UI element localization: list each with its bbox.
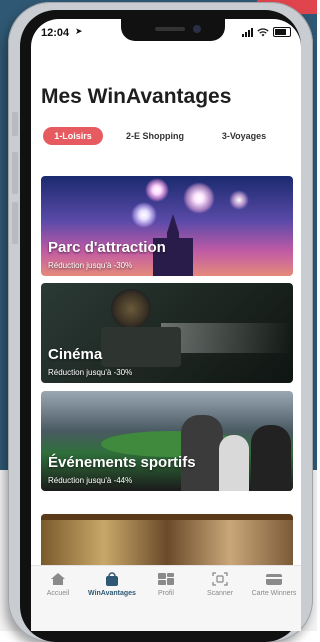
tab-loisirs[interactable]: 1-Loisirs xyxy=(43,127,103,145)
card-title: Parc d'attraction xyxy=(48,239,166,256)
tab-label: Carte Winners xyxy=(251,590,297,597)
card-title: Cinéma xyxy=(48,346,103,363)
fan-image xyxy=(181,415,223,491)
location-arrow-icon: ➤ xyxy=(75,26,83,36)
tab-carte-winners[interactable]: Carte Winners xyxy=(247,566,301,606)
bag-icon xyxy=(106,572,118,586)
firework-image xyxy=(183,182,215,214)
card-parc-attraction[interactable]: Parc d'attraction Réduction jusqu'à -30% xyxy=(41,176,293,276)
tab-label: Profil xyxy=(158,590,174,597)
card-evenements-sportifs[interactable]: Événements sportifs Réduction jusqu'à -4… xyxy=(41,391,293,491)
card-subtitle: Réduction jusqu'à -44% xyxy=(48,476,133,485)
card-title: Événements sportifs xyxy=(48,454,196,471)
status-bar: 12:04 ➤ xyxy=(31,19,301,45)
card-subtitle: Réduction jusqu'à -30% xyxy=(48,368,133,377)
clothes-rack-image xyxy=(41,514,293,520)
firework-image xyxy=(131,202,157,228)
app-screen: 12:04 ➤ Mes WinAvantages 1-Loisirs 2-E S… xyxy=(31,19,301,631)
profile-icon xyxy=(158,573,174,585)
wifi-icon xyxy=(257,27,269,36)
home-icon xyxy=(51,573,65,585)
film-reel-image xyxy=(111,289,151,329)
card-shopping-preview[interactable] xyxy=(41,514,293,569)
firework-image xyxy=(145,178,169,202)
fan-image xyxy=(251,425,291,491)
side-button xyxy=(12,112,18,136)
tab-accueil[interactable]: Accueil xyxy=(31,566,85,606)
card-cinema[interactable]: Cinéma Réduction jusqu'à -30% xyxy=(41,283,293,383)
tab-voyages[interactable]: 3-Voyages xyxy=(209,127,279,145)
signal-icon xyxy=(242,27,253,37)
tab-label: WinAvantages xyxy=(88,590,136,597)
card-subtitle: Réduction jusqu'à -30% xyxy=(48,261,133,270)
projector-image xyxy=(101,327,181,367)
tab-profil[interactable]: Profil xyxy=(139,566,193,606)
card-icon xyxy=(266,574,282,585)
tab-label: Accueil xyxy=(46,590,70,597)
page-title: Mes WinAvantages xyxy=(41,85,232,108)
battery-icon xyxy=(273,27,291,37)
tab-scanner[interactable]: Scanner xyxy=(193,566,247,606)
fan-image xyxy=(219,435,249,491)
bottom-tab-bar: Accueil WinAvantages Profil Scanner Cart… xyxy=(31,565,301,631)
category-tabs: 1-Loisirs 2-E Shopping 3-Voyages xyxy=(41,127,291,145)
firework-image xyxy=(229,190,249,210)
volume-up-button xyxy=(12,152,18,194)
tab-label: Scanner xyxy=(206,590,234,597)
status-icons xyxy=(242,27,291,37)
tab-e-shopping[interactable]: 2-E Shopping xyxy=(115,127,195,145)
tab-winavantages[interactable]: WinAvantages xyxy=(85,566,139,606)
status-time: 12:04 xyxy=(41,27,70,39)
volume-down-button xyxy=(12,202,18,244)
scan-icon xyxy=(212,572,228,586)
